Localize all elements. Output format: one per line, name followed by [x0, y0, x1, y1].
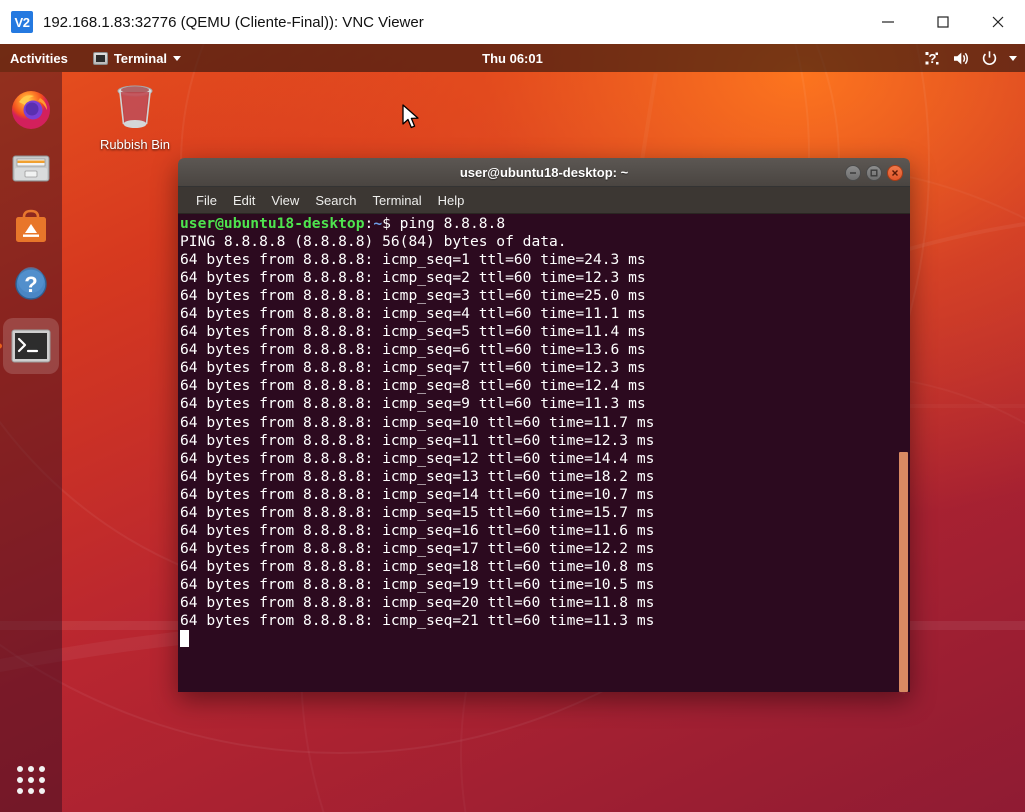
menu-view[interactable]: View	[263, 190, 307, 211]
ubuntu-dock: ?	[0, 72, 62, 812]
terminal-title: user@ubuntu18-desktop: ~	[460, 165, 628, 180]
menu-terminal[interactable]: Terminal	[365, 190, 430, 211]
apps-grid-icon	[17, 766, 45, 794]
svg-text:?: ?	[929, 51, 937, 66]
svg-text:?: ?	[24, 272, 37, 297]
terminal-output-line: 64 bytes from 8.8.8.8: icmp_seq=1 ttl=60…	[180, 251, 654, 269]
activities-button[interactable]: Activities	[0, 44, 77, 72]
terminal-output-area[interactable]: user@ubuntu18-desktop:~$ ping 8.8.8.8PIN…	[178, 214, 910, 692]
terminal-titlebar[interactable]: user@ubuntu18-desktop: ~	[178, 158, 910, 187]
dock-item-files[interactable]	[7, 144, 55, 192]
terminal-output-line: 64 bytes from 8.8.8.8: icmp_seq=2 ttl=60…	[180, 269, 654, 287]
firefox-icon	[9, 88, 53, 132]
trash-icon	[108, 80, 162, 134]
desktop-icon-rubbish-bin[interactable]: Rubbish Bin	[90, 80, 180, 152]
terminal-output-line: 64 bytes from 8.8.8.8: icmp_seq=4 ttl=60…	[180, 305, 654, 323]
terminal-output-line: 64 bytes from 8.8.8.8: icmp_seq=10 ttl=6…	[180, 414, 654, 432]
terminal-maximize-button[interactable]	[866, 165, 882, 181]
terminal-prompt-line: user@ubuntu18-desktop:~$ ping 8.8.8.8	[180, 215, 654, 233]
terminal-window-controls	[845, 158, 903, 187]
terminal-output-line: PING 8.8.8.8 (8.8.8.8) 56(84) bytes of d…	[180, 233, 654, 251]
dock-item-ubuntu-software[interactable]	[7, 202, 55, 250]
terminal-scrollbar-thumb[interactable]	[899, 452, 908, 692]
vnc-viewer-window: V2 192.168.1.83:32776 (QEMU (Cliente-Fin…	[0, 0, 1025, 812]
desktop-icon-label: Rubbish Bin	[90, 137, 180, 152]
terminal-output-line: 64 bytes from 8.8.8.8: icmp_seq=16 ttl=6…	[180, 522, 654, 540]
help-icon: ?	[9, 262, 53, 306]
terminal-cursor	[180, 630, 189, 647]
terminal-output-line: 64 bytes from 8.8.8.8: icmp_seq=15 ttl=6…	[180, 504, 654, 522]
terminal-output-line: 64 bytes from 8.8.8.8: icmp_seq=18 ttl=6…	[180, 558, 654, 576]
terminal-icon	[11, 329, 51, 363]
app-menu-terminal[interactable]: Terminal	[85, 44, 189, 72]
terminal-window[interactable]: user@ubuntu18-desktop: ~ File Edit Vie	[178, 158, 910, 692]
show-applications-button[interactable]	[0, 752, 62, 808]
ubuntu-software-icon	[9, 204, 53, 248]
files-icon	[9, 146, 53, 190]
vnc-window-controls	[860, 0, 1025, 44]
terminal-menubar: File Edit View Search Terminal Help	[178, 187, 910, 214]
terminal-output-line: 64 bytes from 8.8.8.8: icmp_seq=17 ttl=6…	[180, 540, 654, 558]
menu-file[interactable]: File	[188, 190, 225, 211]
terminal-scrollbar[interactable]	[897, 214, 910, 692]
terminal-text: user@ubuntu18-desktop:~$ ping 8.8.8.8PIN…	[180, 215, 654, 630]
terminal-close-button[interactable]	[887, 165, 903, 181]
terminal-output-line: 64 bytes from 8.8.8.8: icmp_seq=6 ttl=60…	[180, 341, 654, 359]
dock-item-terminal[interactable]	[3, 318, 59, 374]
terminal-output-line: 64 bytes from 8.8.8.8: icmp_seq=5 ttl=60…	[180, 323, 654, 341]
terminal-output-line: 64 bytes from 8.8.8.8: icmp_seq=13 ttl=6…	[180, 468, 654, 486]
vnc-titlebar[interactable]: V2 192.168.1.83:32776 (QEMU (Cliente-Fin…	[0, 0, 1025, 44]
terminal-output-line: 64 bytes from 8.8.8.8: icmp_seq=12 ttl=6…	[180, 450, 654, 468]
terminal-icon	[93, 52, 108, 65]
menu-edit[interactable]: Edit	[225, 190, 263, 211]
terminal-minimize-button[interactable]	[845, 165, 861, 181]
chevron-down-icon	[173, 56, 181, 61]
terminal-output-line: 64 bytes from 8.8.8.8: icmp_seq=9 ttl=60…	[180, 395, 654, 413]
accessibility-help-icon[interactable]: ?	[924, 44, 941, 72]
vnc-close-button[interactable]	[970, 0, 1025, 44]
terminal-output-line: 64 bytes from 8.8.8.8: icmp_seq=14 ttl=6…	[180, 486, 654, 504]
app-menu-label: Terminal	[114, 51, 167, 66]
terminal-output-line: 64 bytes from 8.8.8.8: icmp_seq=21 ttl=6…	[180, 612, 654, 630]
system-tray: ?	[924, 44, 1017, 72]
vnc-minimize-button[interactable]	[860, 0, 915, 44]
terminal-output-line: 64 bytes from 8.8.8.8: icmp_seq=7 ttl=60…	[180, 359, 654, 377]
terminal-output-line: 64 bytes from 8.8.8.8: icmp_seq=11 ttl=6…	[180, 432, 654, 450]
dock-item-help[interactable]: ?	[7, 260, 55, 308]
vnc-logo-icon: V2	[11, 11, 33, 33]
vnc-window-title: 192.168.1.83:32776 (QEMU (Cliente-Final)…	[43, 14, 424, 31]
tray-chevron-down-icon[interactable]	[1009, 44, 1017, 72]
terminal-output-line: 64 bytes from 8.8.8.8: icmp_seq=3 ttl=60…	[180, 287, 654, 305]
terminal-output-line: 64 bytes from 8.8.8.8: icmp_seq=8 ttl=60…	[180, 377, 654, 395]
terminal-output-line: 64 bytes from 8.8.8.8: icmp_seq=20 ttl=6…	[180, 594, 654, 612]
menu-help[interactable]: Help	[430, 190, 473, 211]
terminal-output-line: 64 bytes from 8.8.8.8: icmp_seq=19 ttl=6…	[180, 576, 654, 594]
volume-icon[interactable]	[952, 44, 970, 72]
menu-search[interactable]: Search	[307, 190, 364, 211]
vnc-remote-screen[interactable]: Activities Terminal Thu 06:01 ?	[0, 44, 1025, 812]
power-icon[interactable]	[981, 44, 998, 72]
gnome-top-panel: Activities Terminal Thu 06:01 ?	[0, 44, 1025, 72]
vnc-maximize-button[interactable]	[915, 0, 970, 44]
dock-item-firefox[interactable]	[7, 86, 55, 134]
